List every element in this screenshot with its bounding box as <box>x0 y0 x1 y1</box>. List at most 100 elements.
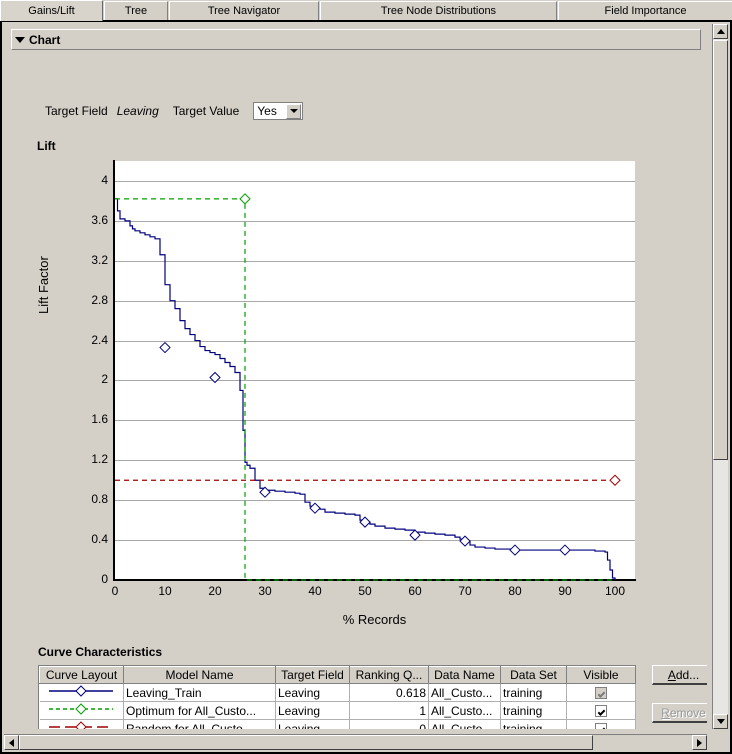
scroll-right-arrow-icon[interactable] <box>692 735 707 750</box>
scroll-up-arrow-icon[interactable] <box>713 24 728 39</box>
cell-model-name[interactable]: Optimum for All_Custo... <box>123 701 276 720</box>
cell-model-name[interactable]: Leaving_Train <box>123 683 276 702</box>
visible-checkbox[interactable] <box>595 705 607 718</box>
x-axis-tick-label: 90 <box>558 584 572 598</box>
cell-target-field[interactable]: Leaving <box>275 719 350 729</box>
column-header-target-field[interactable]: Target Field <box>275 666 350 684</box>
cell-data-set[interactable]: training <box>500 683 567 702</box>
cell-visible[interactable] <box>566 683 636 702</box>
curve-layout-swatch <box>49 703 114 715</box>
x-axis-tick-label: 20 <box>208 584 222 598</box>
scroll-left-arrow-icon[interactable] <box>4 735 19 750</box>
y-axis-tick-label: 2.4 <box>91 332 108 347</box>
cell-target-field[interactable]: Leaving <box>275 701 350 720</box>
cell-model-name[interactable]: Random for All_Custo... <box>123 719 276 729</box>
cell-ranking-q[interactable]: 0 <box>349 719 429 729</box>
tab-label: Field Importance <box>604 5 687 17</box>
scroll-down-arrow-icon[interactable] <box>713 714 728 729</box>
tab-strip: Gains/Lift Tree Tree Navigator Tree Node… <box>0 0 732 21</box>
y-axis-tick-label: 3.2 <box>91 252 108 267</box>
horizontal-scrollbar[interactable] <box>4 734 707 750</box>
tab-label: Gains/Lift <box>28 5 75 17</box>
x-axis-tick-label: 10 <box>158 584 172 598</box>
cell-visible[interactable] <box>566 701 636 720</box>
gridline <box>115 261 635 262</box>
x-axis-tick-label: 70 <box>458 584 472 598</box>
cell-ranking-q[interactable]: 0.618 <box>349 683 429 702</box>
cell-visible[interactable] <box>566 719 636 729</box>
x-axis-label: % Records <box>342 612 407 627</box>
gridline <box>115 341 635 342</box>
y-axis-tick-label: 0.8 <box>91 492 108 507</box>
y-axis-line <box>113 160 115 581</box>
vertical-scrollbar[interactable] <box>712 24 728 729</box>
column-header-curve-layout[interactable]: Curve Layout <box>39 666 124 684</box>
curve-marker <box>75 721 87 729</box>
remove-button[interactable]: Remove <box>652 703 707 723</box>
visible-checkbox[interactable] <box>595 723 607 729</box>
y-axis-tick-label: 1.2 <box>91 452 108 467</box>
remove-button-label: emove <box>669 705 706 720</box>
gridline <box>115 380 635 381</box>
add-button-label: dd... <box>675 667 700 682</box>
add-button-mnemonic: A <box>667 667 676 682</box>
x-axis-tick-label: 50 <box>358 584 372 598</box>
x-axis-tick-label: 60 <box>408 584 422 598</box>
y-axis-ticks: 0 0.4 0.8 1.2 1.6 2 2.4 2.8 3.2 3.6 4 <box>66 24 108 644</box>
tab-tree-navigator[interactable]: Tree Navigator <box>169 1 319 20</box>
add-button[interactable]: Add... <box>652 665 707 685</box>
cell-data-set[interactable]: training <box>500 701 567 720</box>
curve-marker <box>75 685 87 697</box>
cell-curve-layout[interactable] <box>39 683 124 702</box>
cell-ranking-q[interactable]: 1 <box>349 701 429 720</box>
gridline <box>115 540 635 541</box>
cell-data-set[interactable]: training <box>500 719 567 729</box>
tab-tree[interactable]: Tree <box>104 1 168 20</box>
y-axis-tick-label: 0.4 <box>91 532 108 547</box>
cell-data-name[interactable]: All_Custo... <box>428 683 501 702</box>
curve-characteristics-title: Curve Characteristics <box>38 645 163 659</box>
curve-layout-swatch <box>49 721 114 729</box>
column-header-ranking-q[interactable]: Ranking Q... <box>349 666 429 684</box>
visible-checkbox <box>595 687 607 700</box>
application-window: Gains/Lift Tree Tree Navigator Tree Node… <box>0 0 732 754</box>
tab-tree-node-distributions[interactable]: Tree Node Distributions <box>320 1 557 20</box>
curve-layout-swatch <box>49 685 114 697</box>
x-axis-tick-label: 30 <box>258 584 272 598</box>
cell-target-field[interactable]: Leaving <box>275 683 350 702</box>
column-header-visible[interactable]: Visible <box>566 666 636 684</box>
column-header-model-name[interactable]: Model Name <box>123 666 276 684</box>
gridline <box>115 460 635 461</box>
y-axis-label: Lift Factor <box>36 256 51 314</box>
table-row[interactable]: Optimum for All_Custo... Leaving 1 All_Cust… <box>39 701 636 720</box>
gridline <box>115 221 635 222</box>
horizontal-scrollbar-thumb[interactable] <box>19 735 593 750</box>
vertical-scrollbar-thumb[interactable] <box>713 40 728 460</box>
lift-chart: Lift 0 0.4 0.8 1.2 1.6 2 2.4 2.8 3.2 3.6 4 0 10 20 30… <box>4 24 707 644</box>
cell-curve-layout[interactable] <box>39 701 124 720</box>
gridline <box>115 420 635 421</box>
cell-curve-layout[interactable] <box>39 719 124 729</box>
y-axis-tick-label: 1.6 <box>91 412 108 427</box>
column-header-data-set[interactable]: Data Set <box>500 666 567 684</box>
tab-field-importance[interactable]: Field Importance <box>558 1 732 20</box>
y-axis-tick-label: 4 <box>101 172 108 187</box>
tab-label: Tree Navigator <box>207 5 281 17</box>
cell-data-name[interactable]: All_Custo... <box>428 719 501 729</box>
curve-marker <box>75 703 87 715</box>
chart-title: Lift <box>37 139 56 153</box>
remove-button-mnemonic: R <box>661 705 670 720</box>
gains-lift-panel: Chart Target Field Leaving Target Value … <box>0 20 732 754</box>
curve-characteristics-table[interactable]: Curve Layout Model Name Target Field Ran… <box>38 665 636 729</box>
cell-data-name[interactable]: All_Custo... <box>428 701 501 720</box>
tab-label: Tree <box>124 5 148 17</box>
gridline <box>115 301 635 302</box>
table-row[interactable]: Leaving_Train Leaving 0.618 All_Custo... tra… <box>39 683 636 702</box>
tab-gains-lift[interactable]: Gains/Lift <box>0 0 103 21</box>
y-axis-tick-label: 2.8 <box>91 292 108 307</box>
table-header-row: Curve Layout Model Name Target Field Ran… <box>39 666 636 684</box>
panel-content: Chart Target Field Leaving Target Value … <box>4 24 707 729</box>
table-row[interactable]: Random for All_Custo... Leaving 0 All_Custo… <box>39 719 636 729</box>
x-axis-tick-label: 0 <box>111 584 119 598</box>
column-header-data-name[interactable]: Data Name <box>428 666 501 684</box>
